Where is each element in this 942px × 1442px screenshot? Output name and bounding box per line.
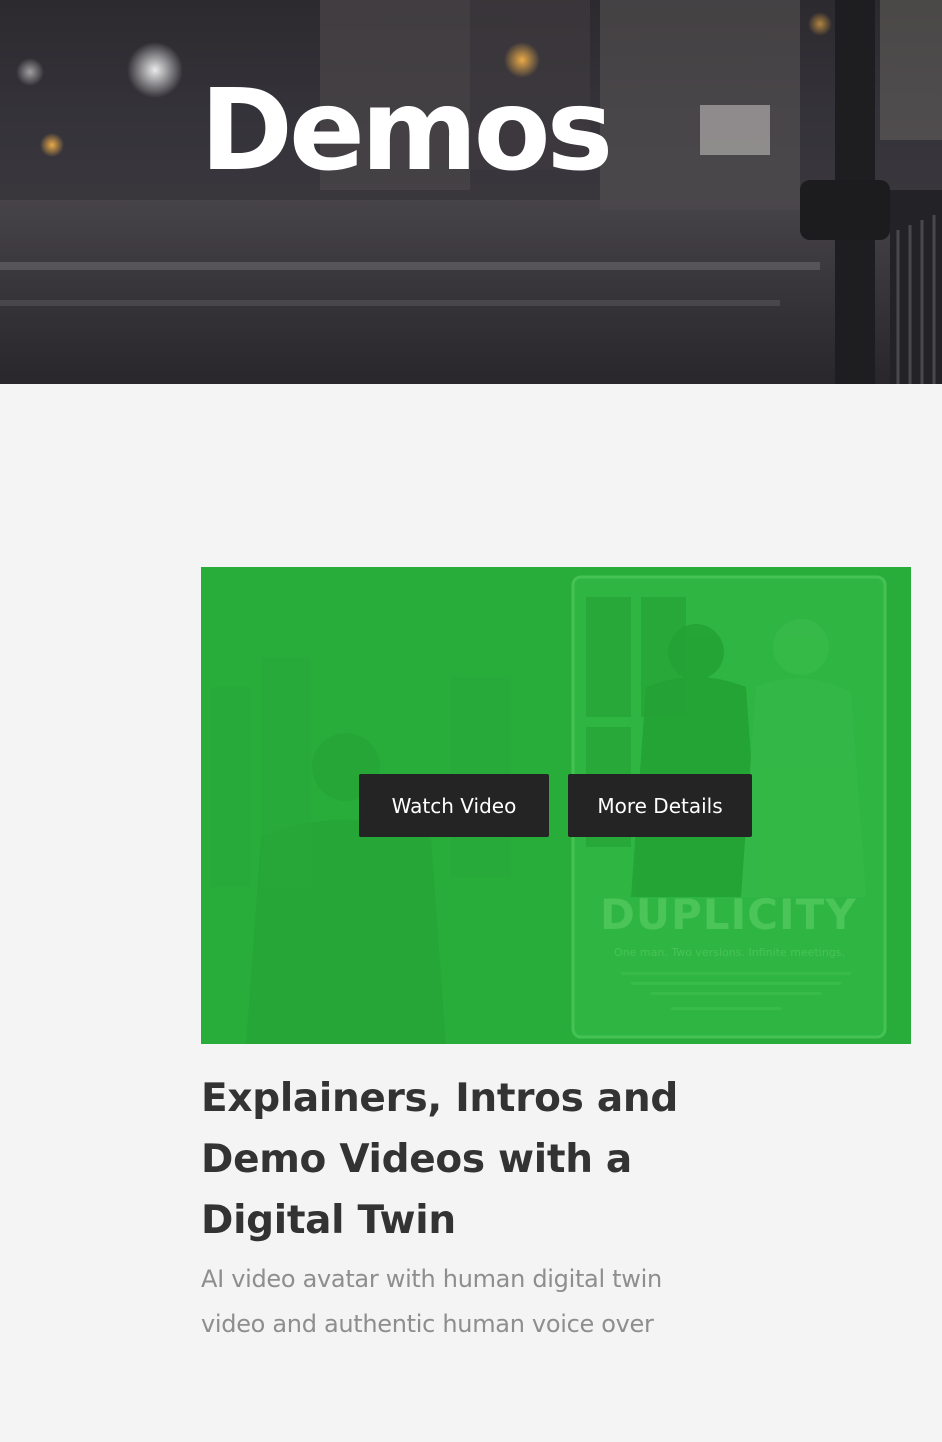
poster-title: DUPLICITY — [600, 890, 857, 939]
page-title: Demos — [200, 66, 613, 196]
demo-description: AI video avatar with human digital twin … — [201, 1265, 662, 1338]
poster-tagline: One man. Two versions. Infinite meetings… — [614, 946, 845, 959]
thumbnail-image — [211, 575, 887, 1044]
hero-banner: Demos — [0, 0, 942, 384]
demo-title[interactable]: Explainers, Intros and Demo Videos with … — [201, 1068, 721, 1251]
more-details-button[interactable]: More Details — [568, 774, 752, 837]
watch-video-button[interactable]: Watch Video — [359, 774, 549, 837]
demo-thumbnail[interactable] — [201, 567, 911, 1044]
